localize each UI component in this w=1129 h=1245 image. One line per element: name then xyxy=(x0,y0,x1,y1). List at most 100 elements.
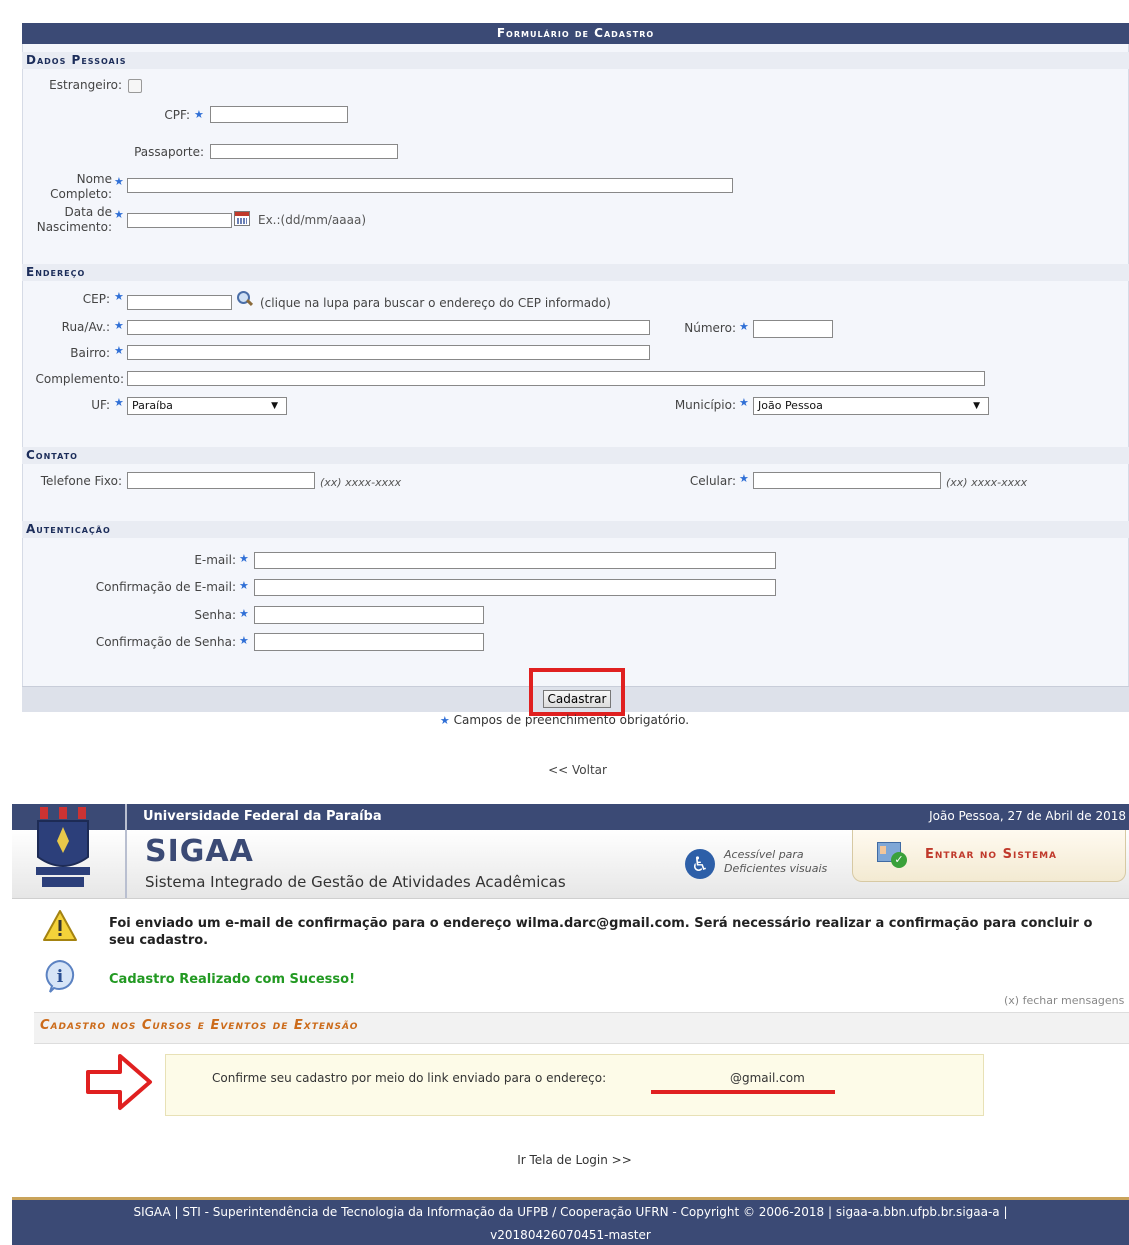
required-star-icon: ★ xyxy=(239,607,249,620)
district-label: Bairro: xyxy=(70,346,110,360)
foreign-checkbox[interactable] xyxy=(128,79,142,93)
number-input[interactable] xyxy=(753,320,833,338)
required-star-icon: ★ xyxy=(194,108,204,121)
warning-message: Foi enviado um e-mail de confirmação par… xyxy=(109,916,1093,948)
current-date: João Pessoa, 27 de Abril de 2018 xyxy=(929,809,1126,823)
password-input[interactable] xyxy=(254,606,484,624)
password-label: Senha: xyxy=(194,608,236,622)
city-value: João Pessoa xyxy=(758,399,823,412)
warning-icon xyxy=(42,909,78,943)
password-confirm-input[interactable] xyxy=(254,633,484,651)
accessibility-icon[interactable]: ♿ xyxy=(685,849,715,879)
phone-input[interactable] xyxy=(127,472,315,489)
extension-section-title: Cadastro nos Cursos e Eventos de Extensã… xyxy=(40,1018,359,1033)
required-star-icon: ★ xyxy=(239,552,249,565)
submit-button[interactable]: Cadastrar xyxy=(543,690,611,708)
cpf-input[interactable] xyxy=(210,106,348,123)
accessibility-line1: Acessível para xyxy=(724,848,804,861)
birth-date-label-line1: Data de xyxy=(64,205,112,219)
required-star-icon: ★ xyxy=(114,208,124,221)
email-input[interactable] xyxy=(254,552,776,569)
accessibility-text[interactable]: Acessível para Deficientes visuais xyxy=(724,848,827,876)
city-label: Município: xyxy=(674,398,736,412)
email-underline xyxy=(651,1090,835,1094)
full-name-label: Nome Completo: xyxy=(22,172,112,202)
login-label: Entrar no Sistema xyxy=(925,847,1058,862)
university-name: Universidade Federal da Paraíba xyxy=(143,809,382,824)
app-name: SIGAA xyxy=(145,834,254,869)
chevron-down-icon: ▼ xyxy=(973,401,980,411)
form-title: Formulário de Cadastro xyxy=(22,23,1129,44)
full-name-label-line2: Completo: xyxy=(50,187,112,201)
uf-value: Paraíba xyxy=(132,399,173,412)
mobile-hint: (xx) xxxx-xxxx xyxy=(946,476,1028,489)
success-message: Cadastro Realizado com Sucesso! xyxy=(109,972,356,987)
street-label: Rua/Av.: xyxy=(61,320,110,334)
section-address: Endereço xyxy=(22,264,1129,281)
foreign-label: Estrangeiro: xyxy=(49,78,122,92)
crest-icon xyxy=(32,805,94,891)
chevron-down-icon: ▼ xyxy=(271,401,278,411)
passport-input[interactable] xyxy=(210,144,398,159)
street-input[interactable] xyxy=(127,320,650,335)
required-star-icon: ★ xyxy=(739,320,749,333)
footer-line1: SIGAA | STI - Superintendência de Tecnol… xyxy=(133,1205,1008,1219)
login-screen-link[interactable]: Ir Tela de Login >> xyxy=(0,1153,1129,1167)
footer-line2: v20180426070451-master xyxy=(490,1228,651,1242)
required-note: ★ Campos de preenchimento obrigatório. xyxy=(0,713,1129,727)
birth-date-input[interactable] xyxy=(127,213,232,228)
complement-input[interactable] xyxy=(127,371,985,386)
info-icon: i xyxy=(44,959,76,993)
full-name-input[interactable] xyxy=(127,178,733,193)
district-input[interactable] xyxy=(127,345,650,360)
required-star-icon: ★ xyxy=(239,579,249,592)
required-star-icon: ★ xyxy=(114,175,124,188)
birth-date-label: Data de Nascimento: xyxy=(22,205,112,235)
phone-hint: (xx) xxxx-xxxx xyxy=(320,476,402,489)
number-label: Número: xyxy=(684,321,736,335)
required-star-icon: ★ xyxy=(114,344,124,357)
required-star-icon: ★ xyxy=(114,319,124,332)
vertical-divider xyxy=(125,804,127,898)
cpf-label: CPF: xyxy=(164,108,190,122)
required-star-icon: ★ xyxy=(739,396,749,409)
full-name-label-line1: Nome xyxy=(76,172,112,186)
section-personal-data: Dados Pessoais xyxy=(22,52,1129,69)
login-button[interactable]: ✓ Entrar no Sistema xyxy=(852,830,1126,882)
magnifier-icon[interactable] xyxy=(236,290,254,308)
svg-text:i: i xyxy=(57,967,64,987)
cep-hint: (clique na lupa para buscar o endereço d… xyxy=(260,296,611,310)
accessibility-line2: Deficientes visuais xyxy=(724,862,828,875)
required-star-icon: ★ xyxy=(114,396,124,409)
uf-select[interactable]: Paraíba ▼ xyxy=(127,397,287,415)
required-star-icon: ★ xyxy=(239,634,249,647)
complement-label: Complemento: xyxy=(35,372,124,386)
password-confirm-label: Confirmação de Senha: xyxy=(95,635,236,649)
cep-input[interactable] xyxy=(127,295,232,310)
mobile-label: Celular: xyxy=(689,474,736,488)
section-authentication: Autenticação xyxy=(22,521,1129,538)
required-star-icon: ★ xyxy=(114,290,124,303)
calendar-icon[interactable] xyxy=(234,211,250,226)
mobile-input[interactable] xyxy=(753,472,941,489)
section-contact: Contato xyxy=(22,447,1129,464)
confirm-email: @gmail.com xyxy=(730,1071,805,1085)
back-link[interactable]: << Voltar xyxy=(0,763,1129,777)
passport-label: Passaporte: xyxy=(134,145,204,159)
email-label: E-mail: xyxy=(194,553,236,567)
city-select[interactable]: João Pessoa ▼ xyxy=(753,397,989,415)
email-confirm-label: Confirmação de E-mail: xyxy=(95,580,236,594)
confirm-box xyxy=(165,1054,984,1116)
required-star-icon: ★ xyxy=(439,714,450,727)
uf-label: UF: xyxy=(91,398,110,412)
birth-date-hint: Ex.:(dd/mm/aaaa) xyxy=(258,213,367,227)
phone-label: Telefone Fixo: xyxy=(40,474,122,488)
app-subtitle: Sistema Integrado de Gestão de Atividade… xyxy=(145,873,566,891)
confirm-text: Confirme seu cadastro por meio do link e… xyxy=(212,1071,607,1085)
cep-label: CEP: xyxy=(82,292,110,306)
birth-date-label-line2: Nascimento: xyxy=(36,220,112,234)
required-note-text: Campos de preenchimento obrigatório. xyxy=(453,713,690,727)
required-star-icon: ★ xyxy=(739,472,749,485)
email-confirm-input[interactable] xyxy=(254,579,776,596)
close-messages-link[interactable]: (x) fechar mensagens xyxy=(1004,994,1124,1007)
